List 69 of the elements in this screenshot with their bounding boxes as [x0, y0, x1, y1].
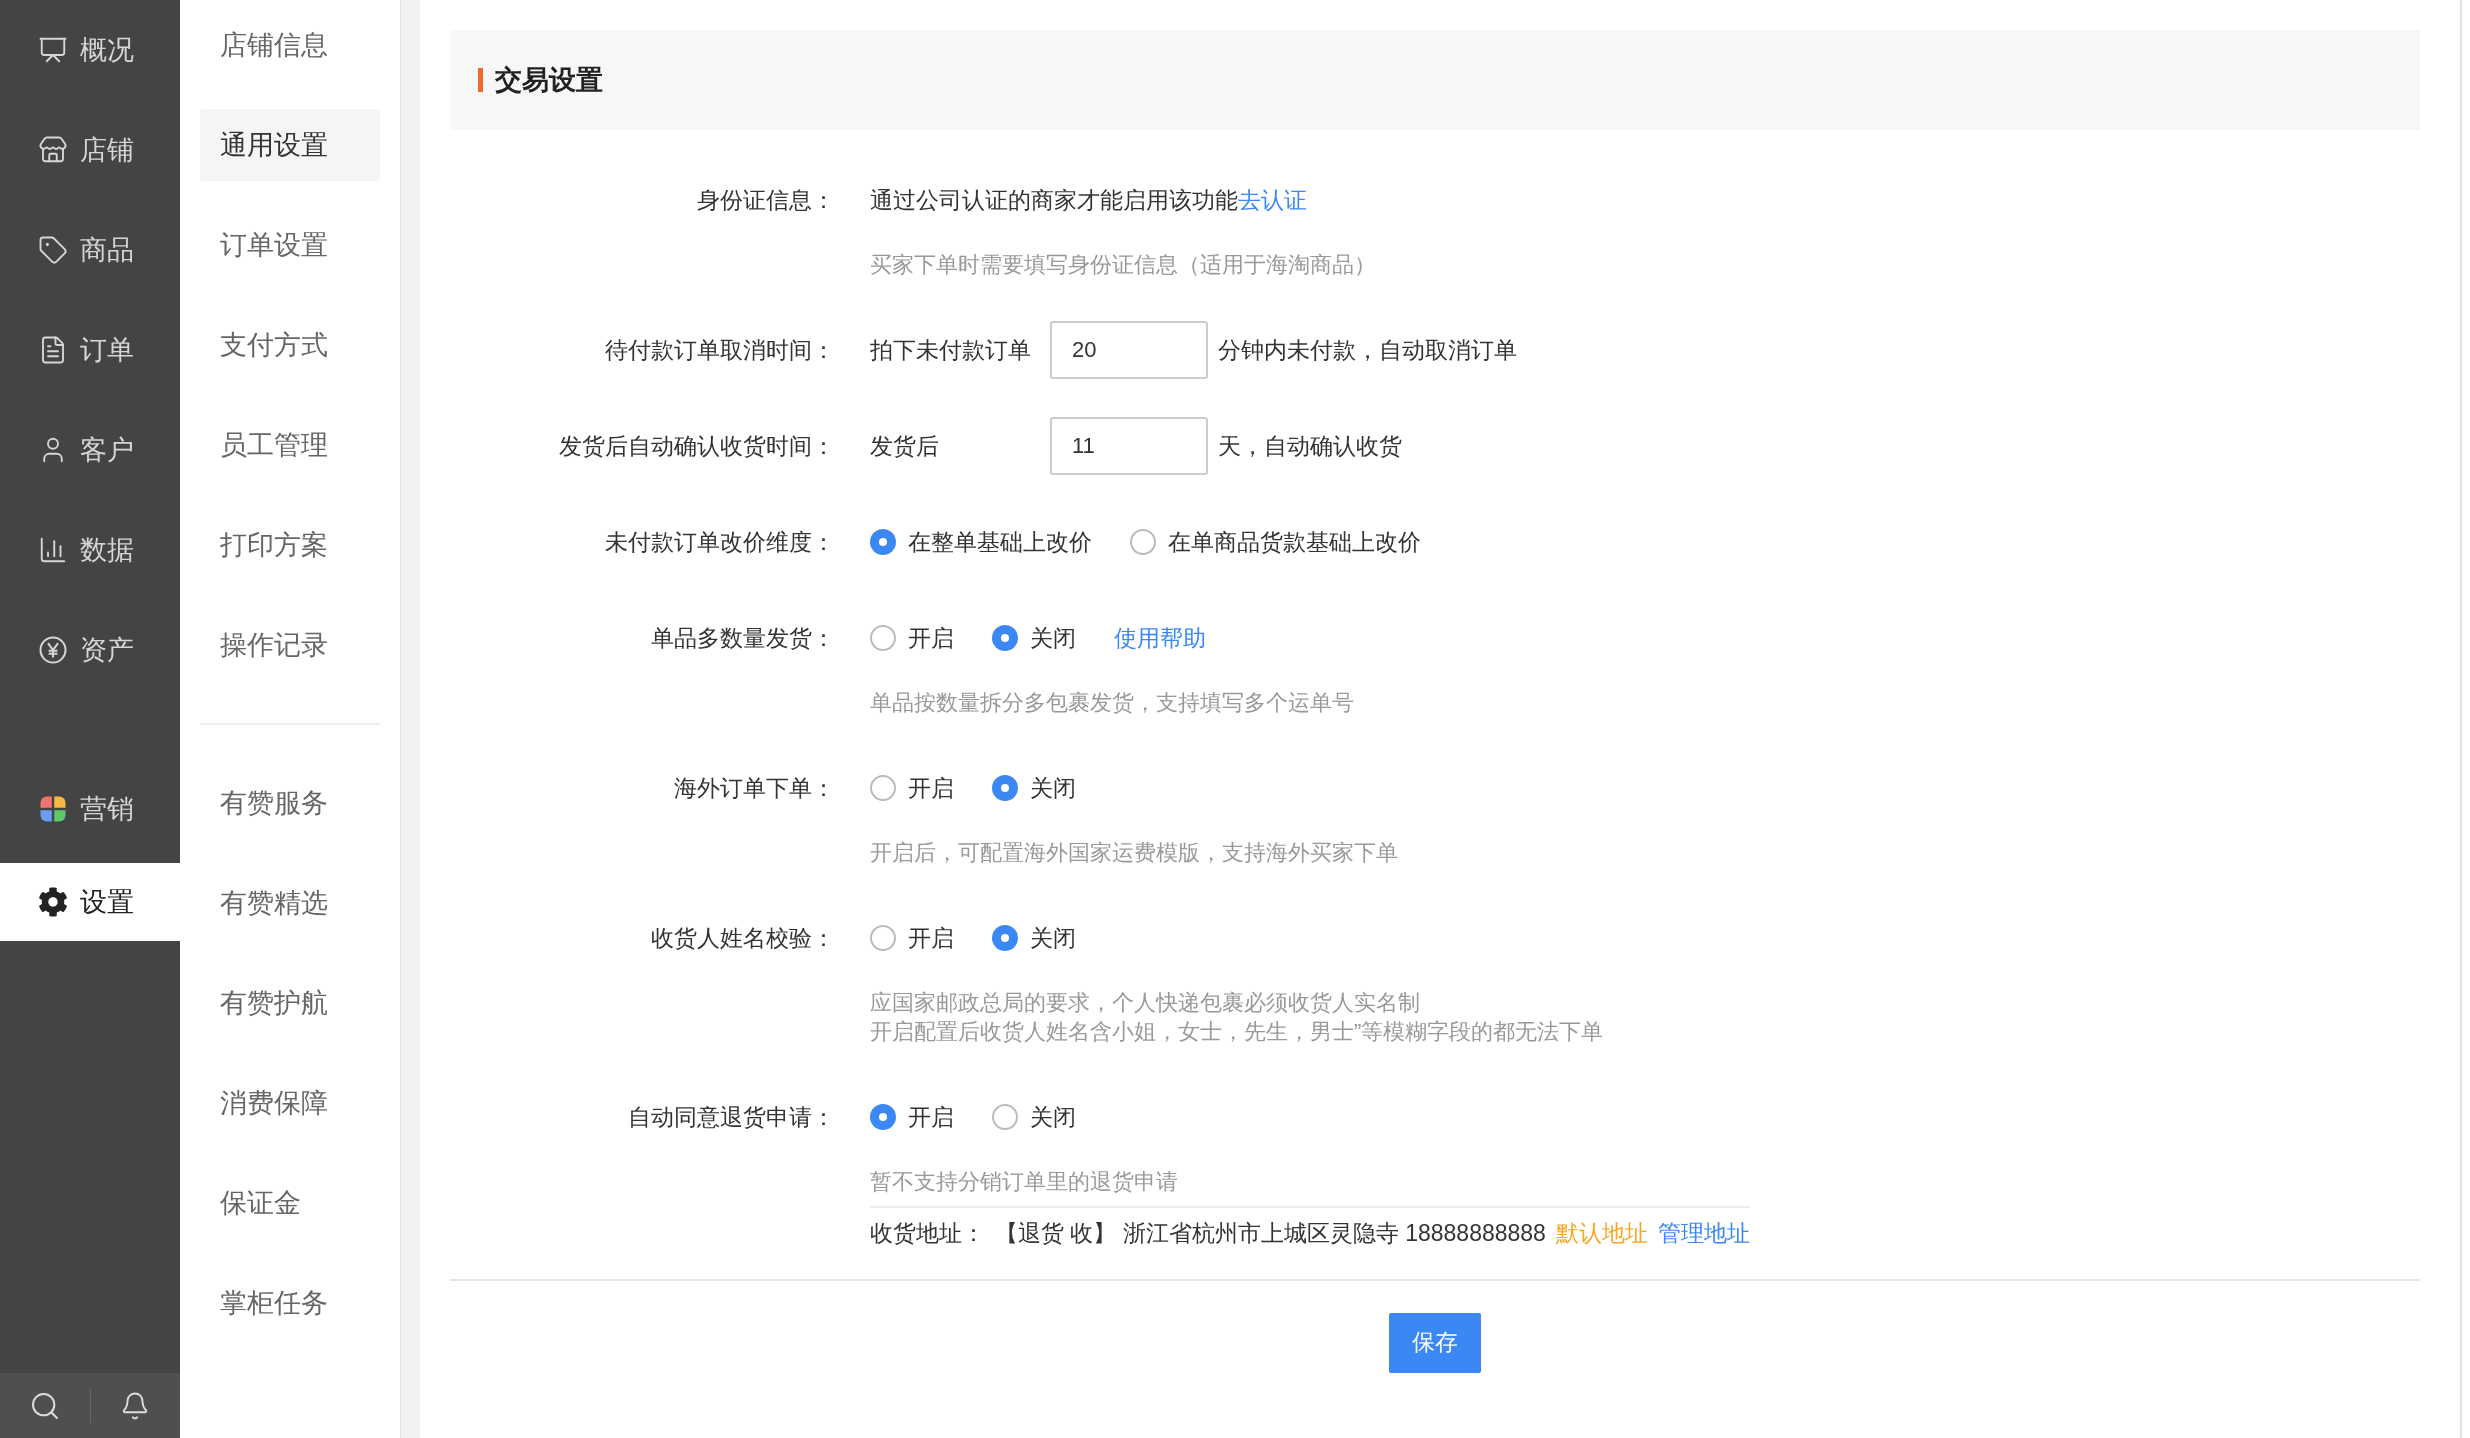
help-link[interactable]: 使用帮助: [1114, 620, 1206, 656]
field-label: 收货人姓名校验：: [651, 923, 835, 953]
input-prefix: 拍下未付款订单: [870, 335, 1032, 365]
radio-option[interactable]: 关闭: [992, 770, 1076, 806]
number-field[interactable]: 20: [1050, 321, 1208, 379]
sub-nav-item[interactable]: 掌柜任务: [200, 1267, 380, 1339]
radio-option[interactable]: 开启: [870, 1099, 954, 1135]
radio-option[interactable]: 关闭: [992, 920, 1076, 956]
yen-icon: [38, 635, 68, 665]
default-address-tag: 默认地址: [1555, 1216, 1648, 1251]
hint-text: 买家下单时需要填写身份证信息（适用于海淘商品）: [870, 251, 1376, 279]
hint-text: 应国家邮政总局的要求，个人快递包裹必须收货人实名制: [870, 989, 1421, 1017]
sub-nav-item[interactable]: 操作记录: [200, 609, 380, 681]
sub-nav-item[interactable]: 有赞护航: [200, 967, 380, 1039]
radio-option[interactable]: 在单商品货款基础上改价: [1130, 524, 1421, 560]
field-label: 发货后自动确认收货时间：: [559, 431, 835, 461]
hint-text: 开启后，可配置海外国家运费模版，支持海外买家下单: [870, 839, 1398, 867]
bar-chart-icon: [38, 535, 68, 565]
presentation-icon: [38, 35, 68, 65]
input-suffix: 分钟内未付款，自动取消订单: [1218, 335, 1517, 365]
tag-icon: [38, 235, 68, 265]
save-button[interactable]: 保存: [1389, 1312, 1481, 1373]
field-label: 自动同意退货申请：: [628, 1102, 835, 1132]
nav-item[interactable]: 资产: [0, 600, 180, 700]
nav-item[interactable]: 订单: [0, 300, 180, 400]
nav-item[interactable]: 客户: [0, 400, 180, 500]
radio-option[interactable]: 开启: [870, 620, 954, 656]
input-prefix: 发货后: [870, 431, 940, 461]
accent-bar: [478, 68, 483, 92]
store-icon: [38, 135, 68, 165]
radio-option[interactable]: 开启: [870, 770, 954, 806]
address-label: 收货地址：: [870, 1219, 985, 1248]
field-label: 单品多数量发货：: [651, 623, 835, 653]
nav-item[interactable]: 营销: [0, 770, 180, 848]
hint-text: 暂不支持分销订单里的退货申请: [870, 1168, 1179, 1196]
field-label: 未付款订单改价维度：: [605, 527, 835, 557]
field-label: 海外订单下单：: [674, 773, 835, 803]
verify-link[interactable]: 去认证: [1238, 186, 1307, 213]
nav-item[interactable]: 店铺: [0, 100, 180, 200]
sub-nav-item[interactable]: 有赞服务: [200, 767, 380, 839]
sub-nav-item[interactable]: 店铺信息: [200, 9, 380, 81]
number-field[interactable]: 11: [1050, 417, 1208, 475]
field-label: 身份证信息：: [697, 185, 835, 215]
sub-nav-item[interactable]: 消费保障: [200, 1067, 380, 1139]
nav-item[interactable]: 数据: [0, 500, 180, 600]
hint-text: 开启配置后收货人姓名含小姐，女士，先生，男士”等模糊字段的都无法下单: [870, 1018, 1604, 1046]
radio-option[interactable]: 关闭: [992, 620, 1076, 656]
field-text: 通过公司认证的商家才能启用该功能去认证: [870, 185, 1307, 215]
sub-nav-item[interactable]: 员工管理: [200, 409, 380, 481]
petals-icon: [38, 794, 68, 824]
section-title: 交易设置: [495, 63, 603, 97]
radio-option[interactable]: 关闭: [992, 1099, 1076, 1135]
settings-icon: [38, 887, 68, 917]
nav-item[interactable]: 概况: [0, 0, 180, 100]
field-label: 待付款订单取消时间：: [605, 335, 835, 365]
manage-address-link[interactable]: 管理地址: [1657, 1216, 1750, 1251]
radio-option[interactable]: 开启: [870, 920, 954, 956]
nav-item[interactable]: 设置: [0, 863, 180, 941]
sub-nav-item[interactable]: 保证金: [200, 1167, 380, 1239]
nav-item[interactable]: 商品: [0, 200, 180, 300]
address-text: 【退货 收】 浙江省杭州市上城区灵隐寺 18888888888: [995, 1219, 1546, 1248]
sub-nav-item[interactable]: 有赞精选: [200, 867, 380, 939]
sub-nav-item[interactable]: 订单设置: [200, 209, 380, 281]
sub-nav-item[interactable]: 通用设置: [200, 109, 380, 181]
sub-nav-item[interactable]: 打印方案: [200, 509, 380, 581]
hint-text: 单品按数量拆分多包裹发货，支持填写多个运单号: [870, 689, 1354, 717]
input-suffix: 天，自动确认收货: [1218, 431, 1402, 461]
radio-option[interactable]: 在整单基础上改价: [870, 524, 1092, 560]
sub-nav-item[interactable]: 支付方式: [200, 309, 380, 381]
